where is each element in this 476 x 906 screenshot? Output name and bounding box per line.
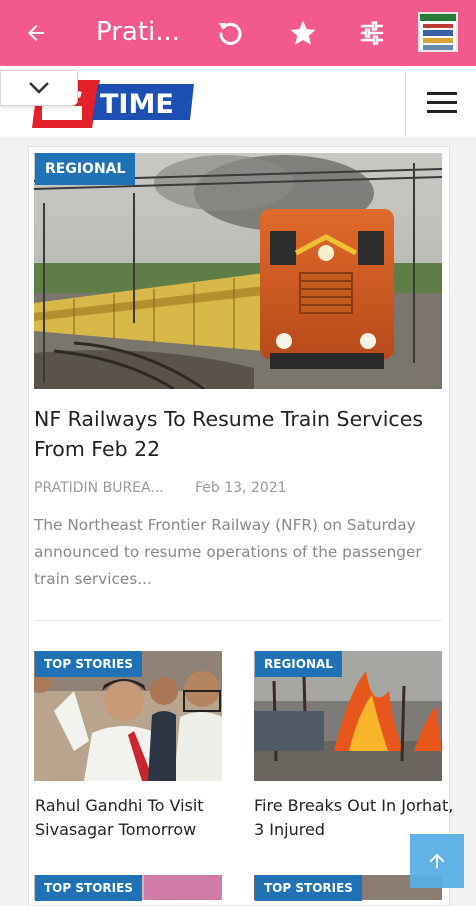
author[interactable]: PRATIDIN BUREA...	[34, 480, 164, 496]
story-title[interactable]: Rahul Gandhi To Visit Sivasagar Tomorrow	[35, 794, 235, 842]
lead-story-image[interactable]	[34, 153, 442, 389]
settings-button[interactable]	[352, 13, 392, 53]
header-divider	[405, 70, 406, 136]
reload-button[interactable]	[210, 13, 250, 53]
menu-button[interactable]	[420, 84, 464, 120]
category-tag[interactable]: REGIONAL	[35, 153, 136, 185]
scroll-to-top-button[interactable]	[410, 834, 464, 888]
chevron-down-icon	[29, 82, 49, 94]
back-button[interactable]	[16, 13, 56, 53]
category-tag[interactable]: TOP STORIES	[35, 651, 142, 677]
sliders-icon	[360, 21, 384, 45]
arrow-left-icon	[28, 25, 44, 41]
page-title: Prati...	[96, 17, 181, 47]
category-tag[interactable]: TOP STORIES	[255, 875, 362, 901]
hamburger-icon	[427, 92, 457, 113]
newspaper-thumbnail[interactable]	[418, 12, 458, 52]
collapse-toggle[interactable]	[0, 70, 78, 106]
publish-date: Feb 13, 2021	[195, 480, 287, 496]
arrow-up-icon	[429, 853, 445, 869]
reload-icon	[219, 22, 242, 45]
app-bar: Prati...	[0, 0, 476, 66]
bookmark-star-button[interactable]	[283, 13, 323, 53]
lead-story-title[interactable]: NF Railways To Resume Train Services Fro…	[34, 404, 444, 464]
star-icon	[290, 20, 316, 45]
divider	[34, 620, 442, 621]
category-tag[interactable]: REGIONAL	[255, 651, 342, 677]
category-tag[interactable]: TOP STORIES	[35, 875, 142, 901]
lead-story-excerpt: The Northeast Frontier Railway (NFR) on …	[34, 516, 422, 588]
logo-text: TIME	[100, 89, 174, 120]
